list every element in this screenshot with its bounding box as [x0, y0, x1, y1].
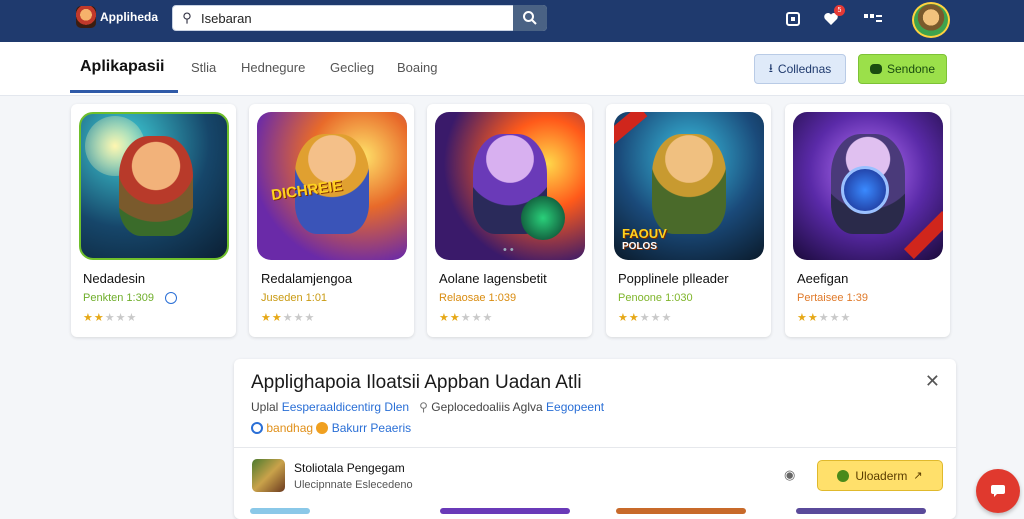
art-subtitle-text: POLOS [622, 241, 658, 252]
item-title: Stoliotala Pengegam [294, 461, 405, 475]
panel-title: Applighapoia Iloatsii Appban Uadan Atli [251, 372, 582, 393]
tab-geclieg[interactable]: Geclieg [330, 60, 374, 75]
person-icon: ⭳ [768, 60, 773, 75]
apps-grid-icon[interactable] [862, 8, 884, 30]
close-icon[interactable]: ✕ [925, 371, 940, 392]
app-subtitle: Pertaisee 1:39 [797, 292, 868, 304]
app-card[interactable]: Aeefigan Pertaisee 1:39 ★★★★★ [785, 104, 950, 337]
carousel-dots: • • [503, 244, 514, 256]
app-title: Aolane Iagensbetit [439, 271, 547, 286]
search-icon: ⚲ [182, 10, 192, 25]
app-title: Popplinele plleader [618, 271, 729, 286]
rating-stars: ★★★★★ [439, 312, 494, 324]
app-card[interactable]: FAOUV POLOS Popplinele plleader Penoone … [606, 104, 771, 337]
next-row-card-peek [250, 508, 310, 514]
app-detail-panel: Applighapoia Iloatsii Appban Uadan Atli … [234, 359, 956, 519]
notification-badge: 5 [834, 5, 845, 16]
app-icon-image [793, 112, 943, 260]
app-card[interactable]: • • Aolane Iagensbetit Relaosae 1:039 ★★… [427, 104, 592, 337]
next-row-card-peek [796, 508, 926, 514]
search-button-icon [523, 11, 537, 25]
corner-ribbon [614, 112, 648, 145]
download-label: Uloaderm [855, 468, 908, 483]
message-icon [991, 485, 1005, 497]
app-subtitle: Penoone 1:030 [618, 292, 693, 304]
location-pin-icon: ⚲ [419, 400, 428, 414]
meta-label: Uplal [251, 400, 279, 414]
sendone-button[interactable]: Sendone [858, 54, 947, 84]
collednas-button[interactable]: ⭳ Collednas [754, 54, 846, 84]
search-button[interactable] [513, 5, 547, 31]
settings-icon[interactable]: ◉ [784, 467, 795, 483]
art-title-text: FAOUV [622, 226, 667, 241]
tag-icon [251, 422, 263, 434]
app-icon-image: DICHREIE [257, 112, 407, 260]
corner-ribbon [903, 210, 943, 260]
search-bar: ⚲ [172, 5, 547, 31]
app-subtitle: Penkten 1:309 [83, 292, 154, 304]
app-icon-image: • • [435, 112, 585, 260]
user-avatar[interactable] [912, 2, 950, 38]
app-subtitle: Relaosae 1:039 [439, 292, 517, 304]
tag-icon-2 [316, 422, 329, 434]
logo-mascot-icon [76, 6, 96, 28]
rating-stars: ★★★★★ [618, 312, 673, 324]
download-icon [837, 469, 850, 482]
item-thumbnail [252, 459, 285, 492]
tab-aplikapasii[interactable]: Aplikapasii [80, 58, 164, 76]
rating-stars: ★★★★★ [83, 312, 138, 324]
tag-2[interactable]: Bakurr Peaeris [332, 421, 411, 435]
sendone-label: Sendone [886, 62, 936, 76]
download-button[interactable]: Uloaderm ↗ [817, 460, 943, 491]
app-subtitle: Juseden 1:01 [261, 292, 328, 304]
logo-text: Appliheda [100, 10, 159, 24]
next-row-card-peek [616, 508, 746, 514]
tab-boaing[interactable]: Boaing [397, 60, 437, 75]
active-tab-indicator [70, 90, 178, 93]
divider [234, 447, 956, 448]
tab-stlia[interactable]: Stlia [191, 60, 216, 75]
info-icon [165, 292, 177, 304]
panel-tags-row: bandhag Bakurr Peaeris [251, 421, 411, 435]
next-row-card-peek [440, 508, 570, 514]
item-subtitle: Ulecipnnate Eslecedeno [294, 479, 413, 491]
chat-icon [869, 64, 882, 74]
tab-hednegure[interactable]: Hednegure [241, 60, 305, 75]
rating-stars: ★★★★★ [797, 312, 852, 324]
chat-fab-button[interactable] [976, 469, 1020, 513]
collednas-label: Collednas [777, 62, 832, 76]
nav-bar: Aplikapasii Stlia Hednegure Geclieg Boai… [0, 42, 1024, 96]
meta-link[interactable]: Eesperaaldicentirg Dlen [282, 400, 409, 414]
app-logo[interactable]: Appliheda [76, 6, 158, 28]
notifications-icon[interactable]: 5 [820, 5, 845, 30]
app-icon-image [79, 112, 229, 260]
app-icon-image: FAOUV POLOS [614, 112, 764, 260]
app-title: Nedadesin [83, 271, 146, 286]
meta-link-2[interactable]: Eegopeent [546, 400, 604, 414]
top-bar: Appliheda ⚲ 5 [0, 0, 1024, 42]
panel-meta-row: Uplal Eesperaaldicentirg Dlen ⚲ Geploced… [251, 400, 604, 414]
arrow-icon: ↗ [913, 470, 923, 482]
search-input[interactable] [201, 10, 501, 26]
meta-text: Geplocedoaliis Aglva [431, 400, 543, 414]
downloads-icon[interactable] [782, 8, 804, 30]
app-title: Aeefigan [797, 271, 849, 286]
tag-1[interactable]: bandhag [266, 421, 313, 435]
app-title: Redalamjengoa [261, 271, 353, 286]
app-card[interactable]: DICHREIE Redalamjengoa Juseden 1:01 ★★★★… [249, 104, 414, 337]
app-card[interactable]: Nedadesin Penkten 1:309 ★★★★★ [71, 104, 236, 337]
rating-stars: ★★★★★ [261, 312, 316, 324]
